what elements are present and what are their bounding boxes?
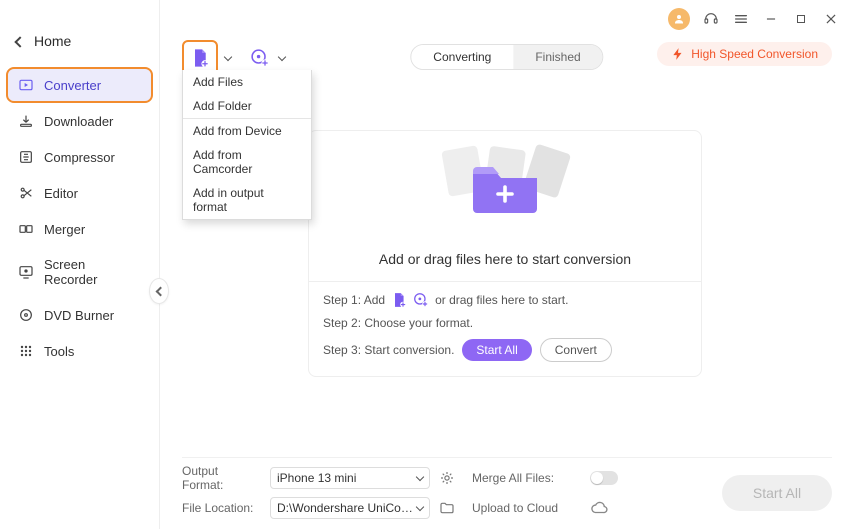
download-icon bbox=[18, 113, 34, 129]
high-speed-chip[interactable]: High Speed Conversion bbox=[657, 42, 832, 66]
high-speed-label: High Speed Conversion bbox=[691, 47, 818, 61]
home-button[interactable]: Home bbox=[0, 25, 159, 63]
sidebar-item-label: Compressor bbox=[44, 150, 115, 165]
merge-all-toggle[interactable] bbox=[590, 471, 618, 485]
step1-suffix: or drag files here to start. bbox=[435, 293, 568, 307]
sidebar-item-label: DVD Burner bbox=[44, 308, 114, 323]
output-settings-icon[interactable] bbox=[438, 469, 456, 487]
sidebar-item-label: Converter bbox=[44, 78, 101, 93]
chevron-down-icon bbox=[417, 471, 423, 485]
disc-icon bbox=[18, 307, 34, 323]
merge-all-label: Merge All Files: bbox=[472, 471, 582, 485]
add-files-dropdown: Add Files Add Folder Add from Device Add… bbox=[182, 70, 312, 220]
dropdown-item-add-from-device[interactable]: Add from Device bbox=[183, 119, 311, 143]
open-folder-icon[interactable] bbox=[438, 499, 456, 517]
file-plus-icon bbox=[191, 48, 209, 68]
add-disc-button[interactable] bbox=[248, 46, 272, 70]
add-disc-caret[interactable] bbox=[276, 52, 288, 64]
grid-icon bbox=[18, 343, 34, 359]
sidebar-item-label: Tools bbox=[44, 344, 74, 359]
sidebar-item-downloader[interactable]: Downloader bbox=[8, 105, 151, 137]
step3-text: Step 3: Start conversion. bbox=[323, 343, 454, 357]
scissors-icon bbox=[18, 185, 34, 201]
sidebar-item-converter[interactable]: Converter bbox=[8, 69, 151, 101]
step1-prefix: Step 1: Add bbox=[323, 293, 385, 307]
disc-plus-icon bbox=[250, 48, 270, 68]
sidebar-item-label: Screen Recorder bbox=[44, 257, 141, 287]
sidebar-item-editor[interactable]: Editor bbox=[8, 177, 151, 209]
merge-icon bbox=[18, 221, 34, 237]
dropdown-item-add-files[interactable]: Add Files bbox=[183, 70, 311, 94]
sidebar-item-label: Merger bbox=[44, 222, 85, 237]
bolt-icon bbox=[671, 47, 685, 61]
dropzone-card: Add or drag files here to start conversi… bbox=[308, 130, 702, 377]
cloud-icon[interactable] bbox=[590, 499, 608, 517]
output-format-value: iPhone 13 mini bbox=[277, 471, 356, 485]
video-play-icon bbox=[18, 77, 34, 93]
dropzone-text: Add or drag files here to start conversi… bbox=[309, 251, 701, 267]
chevron-left-icon bbox=[16, 33, 24, 49]
sidebar-item-compressor[interactable]: Compressor bbox=[8, 141, 151, 173]
home-label: Home bbox=[34, 33, 71, 49]
segment-finished[interactable]: Finished bbox=[513, 45, 602, 69]
file-location-label: File Location: bbox=[182, 501, 262, 515]
folder-plus-icon bbox=[469, 157, 541, 215]
compress-icon bbox=[18, 149, 34, 165]
convert-button[interactable]: Convert bbox=[540, 338, 612, 362]
dropdown-item-add-folder[interactable]: Add Folder bbox=[183, 94, 311, 118]
file-location-value: D:\Wondershare UniConverter 1 bbox=[277, 501, 417, 515]
start-all-button[interactable]: Start All bbox=[462, 339, 531, 361]
sidebar-item-merger[interactable]: Merger bbox=[8, 213, 151, 245]
dropdown-item-add-in-output-format[interactable]: Add in output format bbox=[183, 181, 311, 219]
sidebar-item-label: Editor bbox=[44, 186, 78, 201]
step-3: Step 3: Start conversion. Start All Conv… bbox=[323, 338, 687, 362]
dropzone[interactable] bbox=[309, 131, 701, 241]
output-format-label: Output Format: bbox=[182, 464, 262, 492]
add-files-caret[interactable] bbox=[222, 52, 234, 64]
file-plus-icon bbox=[391, 292, 407, 308]
sidebar-item-dvd-burner[interactable]: DVD Burner bbox=[8, 299, 151, 331]
file-location-select[interactable]: D:\Wondershare UniConverter 1 bbox=[270, 497, 430, 519]
status-segmented-control: Converting Finished bbox=[410, 44, 603, 70]
chevron-down-icon bbox=[417, 501, 423, 515]
step-2: Step 2: Choose your format. bbox=[323, 316, 687, 330]
sidebar-item-label: Downloader bbox=[44, 114, 113, 129]
step-1: Step 1: Add or drag files here to start. bbox=[323, 292, 687, 308]
step2-text: Step 2: Choose your format. bbox=[323, 316, 473, 330]
sidebar-item-tools[interactable]: Tools bbox=[8, 335, 151, 367]
segment-converting[interactable]: Converting bbox=[411, 45, 513, 69]
global-start-all-button[interactable]: Start All bbox=[722, 475, 832, 511]
upload-cloud-label: Upload to Cloud bbox=[472, 501, 582, 515]
output-format-select[interactable]: iPhone 13 mini bbox=[270, 467, 430, 489]
dropdown-item-add-from-camcorder[interactable]: Add from Camcorder bbox=[183, 143, 311, 181]
sidebar-item-screen-recorder[interactable]: Screen Recorder bbox=[8, 249, 151, 295]
monitor-rec-icon bbox=[18, 264, 34, 280]
disc-plus-icon bbox=[413, 292, 429, 308]
